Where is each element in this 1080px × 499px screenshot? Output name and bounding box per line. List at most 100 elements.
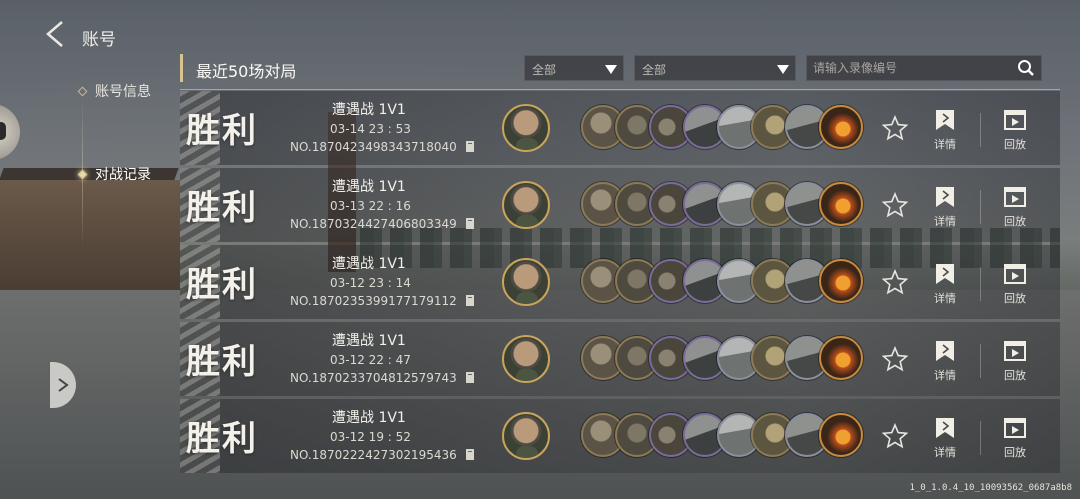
detail-button[interactable]: 详情 [925,109,965,155]
bookmark-icon [936,187,954,207]
filter-dropdown-mode[interactable]: 全部 [524,55,624,81]
sidebar-item-label: 账号信息 [95,84,151,100]
favorite-star-icon[interactable] [882,269,908,295]
bookmark-icon [936,418,954,438]
caret-down-icon [605,65,617,74]
button-divider [980,190,981,224]
button-divider [980,421,981,455]
unit-lineup [581,182,863,226]
bookmark-icon [936,264,954,284]
replay-button[interactable]: 回放 [995,109,1035,155]
records-title: 最近50场对局 [196,62,297,81]
bookmark-icon [936,110,954,130]
replay-label: 回放 [1004,138,1026,151]
background-house [0,180,180,290]
film-play-icon [1004,110,1026,130]
replay-label: 回放 [1004,292,1026,305]
commander-avatar [502,412,550,460]
replay-number: NO.1870324427406803349 [290,217,457,231]
copy-icon[interactable] [465,217,476,230]
match-result: 胜利 [186,188,258,228]
detail-label: 详情 [934,292,956,305]
favorite-star-icon[interactable] [882,346,908,372]
replay-label: 回放 [1004,446,1026,459]
artillery-fire-icon [819,259,863,303]
replay-search-box [806,55,1042,81]
replay-button[interactable]: 回放 [995,340,1035,386]
caret-down-icon [777,65,789,74]
replay-search-input[interactable] [807,56,1012,80]
sidebar-item-label: 对战记录 [95,167,151,183]
detail-button[interactable]: 详情 [925,186,965,232]
favorite-star-icon[interactable] [882,115,908,141]
dropdown-value: 全部 [642,63,667,77]
replay-number: NO.1870423498343718040 [290,140,457,154]
diamond-bullet-icon [77,86,88,96]
match-result: 胜利 [186,265,258,305]
diamond-bullet-icon [77,169,88,179]
unit-lineup [581,413,863,457]
film-play-icon [1004,341,1026,361]
header-accent-bar [180,54,183,82]
copy-icon[interactable] [465,371,476,384]
artillery-fire-icon [819,105,863,149]
copy-icon[interactable] [465,294,476,307]
match-row[interactable]: 胜利 遭遇战 1V1 03-14 23 : 53 NO.187042349834… [180,91,1060,165]
artillery-fire-icon [819,336,863,380]
header-divider [180,89,1060,90]
side-avatar[interactable] [0,104,20,160]
back-arrow-icon[interactable] [42,20,68,48]
page-title: 账号 [82,30,116,50]
commander-avatar [502,104,550,152]
match-time: 03-12 19 : 52 [330,430,411,444]
button-divider [980,267,981,301]
match-result: 胜利 [186,111,258,151]
match-row[interactable]: 胜利 遭遇战 1V1 03-12 22 : 47 NO.187023370481… [180,322,1060,396]
chevron-right-icon [58,378,69,392]
match-result: 胜利 [186,342,258,382]
replay-label: 回放 [1004,369,1026,382]
replay-label: 回放 [1004,215,1026,228]
match-result: 胜利 [186,419,258,459]
replay-number: NO.1870222427302195436 [290,448,457,462]
match-mode: 遭遇战 1V1 [332,410,406,426]
replay-number: NO.1870235399177179112 [290,294,457,308]
replay-button[interactable]: 回放 [995,263,1035,309]
dropdown-value: 全部 [532,63,557,77]
match-row[interactable]: 胜利 遭遇战 1V1 03-13 22 : 16 NO.187032442740… [180,168,1060,242]
unit-lineup [581,259,863,303]
match-mode: 遭遇战 1V1 [332,179,406,195]
match-mode: 遭遇战 1V1 [332,102,406,118]
button-divider [980,344,981,378]
sidebar-item-account-info[interactable]: 账号信息 [77,81,151,101]
favorite-star-icon[interactable] [882,423,908,449]
replay-button[interactable]: 回放 [995,417,1035,463]
copy-icon[interactable] [465,140,476,153]
commander-avatar [502,335,550,383]
match-row[interactable]: 胜利 遭遇战 1V1 03-12 23 : 14 NO.187023539917… [180,245,1060,319]
detail-button[interactable]: 详情 [925,340,965,386]
commander-avatar [502,181,550,229]
sidebar-item-battle-records[interactable]: 对战记录 [77,164,151,184]
detail-label: 详情 [934,215,956,228]
filter-dropdown-result[interactable]: 全部 [634,55,796,81]
button-divider [980,113,981,147]
detail-button[interactable]: 详情 [925,417,965,463]
replay-button[interactable]: 回放 [995,186,1035,232]
match-mode: 遭遇战 1V1 [332,333,406,349]
artillery-fire-icon [819,413,863,457]
search-icon[interactable] [1011,56,1041,80]
favorite-star-icon[interactable] [882,192,908,218]
match-mode: 遭遇战 1V1 [332,256,406,272]
film-play-icon [1004,264,1026,284]
artillery-fire-icon [819,182,863,226]
detail-button[interactable]: 详情 [925,263,965,309]
copy-icon[interactable] [465,448,476,461]
film-play-icon [1004,187,1026,207]
detail-label: 详情 [934,369,956,382]
unit-lineup [581,336,863,380]
match-time: 03-12 22 : 47 [330,353,411,367]
match-row[interactable]: 胜利 遭遇战 1V1 03-12 19 : 52 NO.187022242730… [180,399,1060,473]
detail-label: 详情 [934,446,956,459]
match-time: 03-14 23 : 53 [330,122,411,136]
